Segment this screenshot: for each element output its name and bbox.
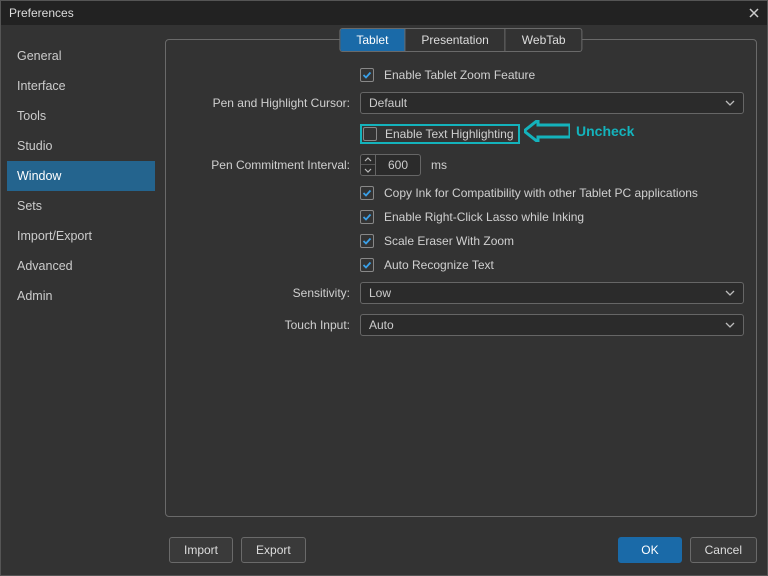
touch-value: Auto	[369, 318, 394, 332]
titlebar: Preferences	[1, 1, 767, 25]
arrow-left-icon	[524, 120, 570, 142]
enable-zoom-checkbox[interactable]	[360, 68, 374, 82]
sensitivity-select[interactable]: Low	[360, 282, 744, 304]
auto-recognize-checkbox[interactable]	[360, 258, 374, 272]
copy-ink-label[interactable]: Copy Ink for Compatibility with other Ta…	[384, 186, 698, 200]
tabs: Tablet Presentation WebTab	[339, 28, 582, 52]
text-highlight-label[interactable]: Enable Text Highlighting	[385, 127, 514, 141]
commit-spinner[interactable]	[360, 154, 375, 176]
sidebar-item-import-export[interactable]: Import/Export	[7, 221, 155, 251]
sidebar-item-tools[interactable]: Tools	[7, 101, 155, 131]
highlight-annotation-box: Enable Text Highlighting	[360, 124, 520, 144]
content-frame: Tablet Presentation WebTab Enable Tablet…	[165, 39, 757, 517]
sidebar-item-admin[interactable]: Admin	[7, 281, 155, 311]
preferences-window: Preferences General Interface Tools Stud…	[0, 0, 768, 576]
sidebar-item-general[interactable]: General	[7, 41, 155, 71]
commit-unit: ms	[431, 158, 447, 172]
annotation-text: Uncheck	[576, 123, 634, 139]
sidebar: General Interface Tools Studio Window Se…	[1, 25, 161, 527]
export-button[interactable]: Export	[241, 537, 306, 563]
tab-webtab[interactable]: WebTab	[506, 29, 582, 51]
commit-value-input[interactable]: 600	[375, 154, 421, 176]
chevron-down-icon	[725, 290, 735, 296]
footer: Import Export OK Cancel	[1, 527, 767, 575]
chevron-down-icon	[725, 100, 735, 106]
sensitivity-value: Low	[369, 286, 391, 300]
sensitivity-label: Sensitivity:	[178, 286, 350, 300]
spin-down-icon[interactable]	[361, 165, 375, 175]
scale-eraser-label[interactable]: Scale Eraser With Zoom	[384, 234, 514, 248]
copy-ink-checkbox[interactable]	[360, 186, 374, 200]
scale-eraser-checkbox[interactable]	[360, 234, 374, 248]
sidebar-item-sets[interactable]: Sets	[7, 191, 155, 221]
right-click-lasso-label[interactable]: Enable Right-Click Lasso while Inking	[384, 210, 584, 224]
touch-select[interactable]: Auto	[360, 314, 744, 336]
cursor-label: Pen and Highlight Cursor:	[178, 96, 350, 110]
tab-tablet[interactable]: Tablet	[340, 29, 405, 51]
text-highlight-checkbox[interactable]	[363, 127, 377, 141]
ok-button[interactable]: OK	[618, 537, 681, 563]
right-click-lasso-checkbox[interactable]	[360, 210, 374, 224]
cursor-value: Default	[369, 96, 407, 110]
cursor-select[interactable]: Default	[360, 92, 744, 114]
sidebar-item-window[interactable]: Window	[7, 161, 155, 191]
cancel-button[interactable]: Cancel	[690, 537, 757, 563]
touch-label: Touch Input:	[178, 318, 350, 332]
enable-zoom-label[interactable]: Enable Tablet Zoom Feature	[384, 68, 535, 82]
annotation-uncheck: Uncheck	[524, 120, 634, 142]
auto-recognize-label[interactable]: Auto Recognize Text	[384, 258, 494, 272]
sidebar-item-interface[interactable]: Interface	[7, 71, 155, 101]
window-title: Preferences	[9, 6, 74, 20]
commit-label: Pen Commitment Interval:	[178, 158, 350, 172]
chevron-down-icon	[725, 322, 735, 328]
close-icon[interactable]	[747, 6, 761, 20]
spin-up-icon[interactable]	[361, 155, 375, 165]
tab-presentation[interactable]: Presentation	[405, 29, 505, 51]
import-button[interactable]: Import	[169, 537, 233, 563]
form: Enable Tablet Zoom Feature Pen and Highl…	[178, 68, 744, 336]
sidebar-item-studio[interactable]: Studio	[7, 131, 155, 161]
sidebar-item-advanced[interactable]: Advanced	[7, 251, 155, 281]
